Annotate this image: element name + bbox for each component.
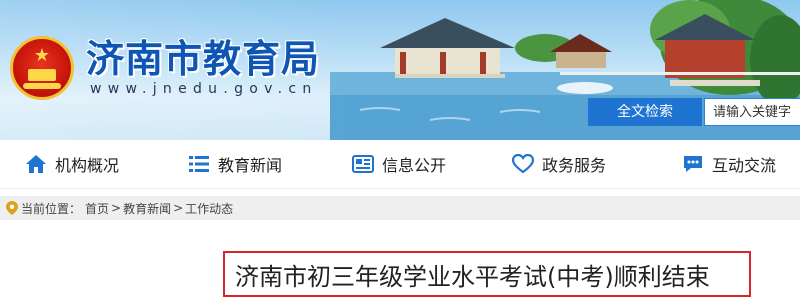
breadcrumb-prefix: 当前位置： [21,201,82,216]
home-icon [25,153,47,175]
article-title: 济南市初三年级学业水平考试(中考)顺利结束 [223,251,751,297]
breadcrumb: 当前位置： 首页 > 教育新闻 > 工作动态 [0,196,800,220]
site-title: 济南市教育局 [86,36,321,81]
list-icon [188,153,210,175]
nav-label: 互动交流 [712,156,777,175]
nav-item-news[interactable]: 教育新闻 [188,140,282,188]
search-input[interactable] [704,98,800,126]
nav-item-disclosure[interactable]: 信息公开 [352,140,446,188]
national-emblem-icon: ★ [10,36,74,100]
main-nav: 机构概况 教育新闻 信息公开 政务服务 互动交流 [0,140,800,189]
heart-icon [512,153,534,175]
nav-label: 信息公开 [382,156,447,175]
nav-item-about[interactable]: 机构概况 [25,140,119,188]
breadcrumb-news-link[interactable]: 教育新闻 [123,200,171,217]
breadcrumb-work-news-link[interactable]: 工作动态 [185,200,233,217]
breadcrumb-separator: > [173,201,184,215]
breadcrumb-separator: > [111,201,122,215]
nav-label: 机构概况 [55,156,120,175]
site-url: www.jnedu.gov.cn [90,81,318,97]
full-text-search-button[interactable]: 全文检索 [588,98,702,126]
header-banner: ★ 济南市教育局 www.jnedu.gov.cn 全文检索 [0,0,800,140]
nav-label: 政务服务 [542,156,607,175]
nav-label: 教育新闻 [218,156,283,175]
newspaper-icon [352,153,374,175]
chat-icon [682,153,704,175]
nav-item-interaction[interactable]: 互动交流 [682,140,776,188]
breadcrumb-home-link[interactable]: 首页 [85,200,109,217]
nav-item-services[interactable]: 政务服务 [512,140,606,188]
location-pin-icon [6,201,18,215]
